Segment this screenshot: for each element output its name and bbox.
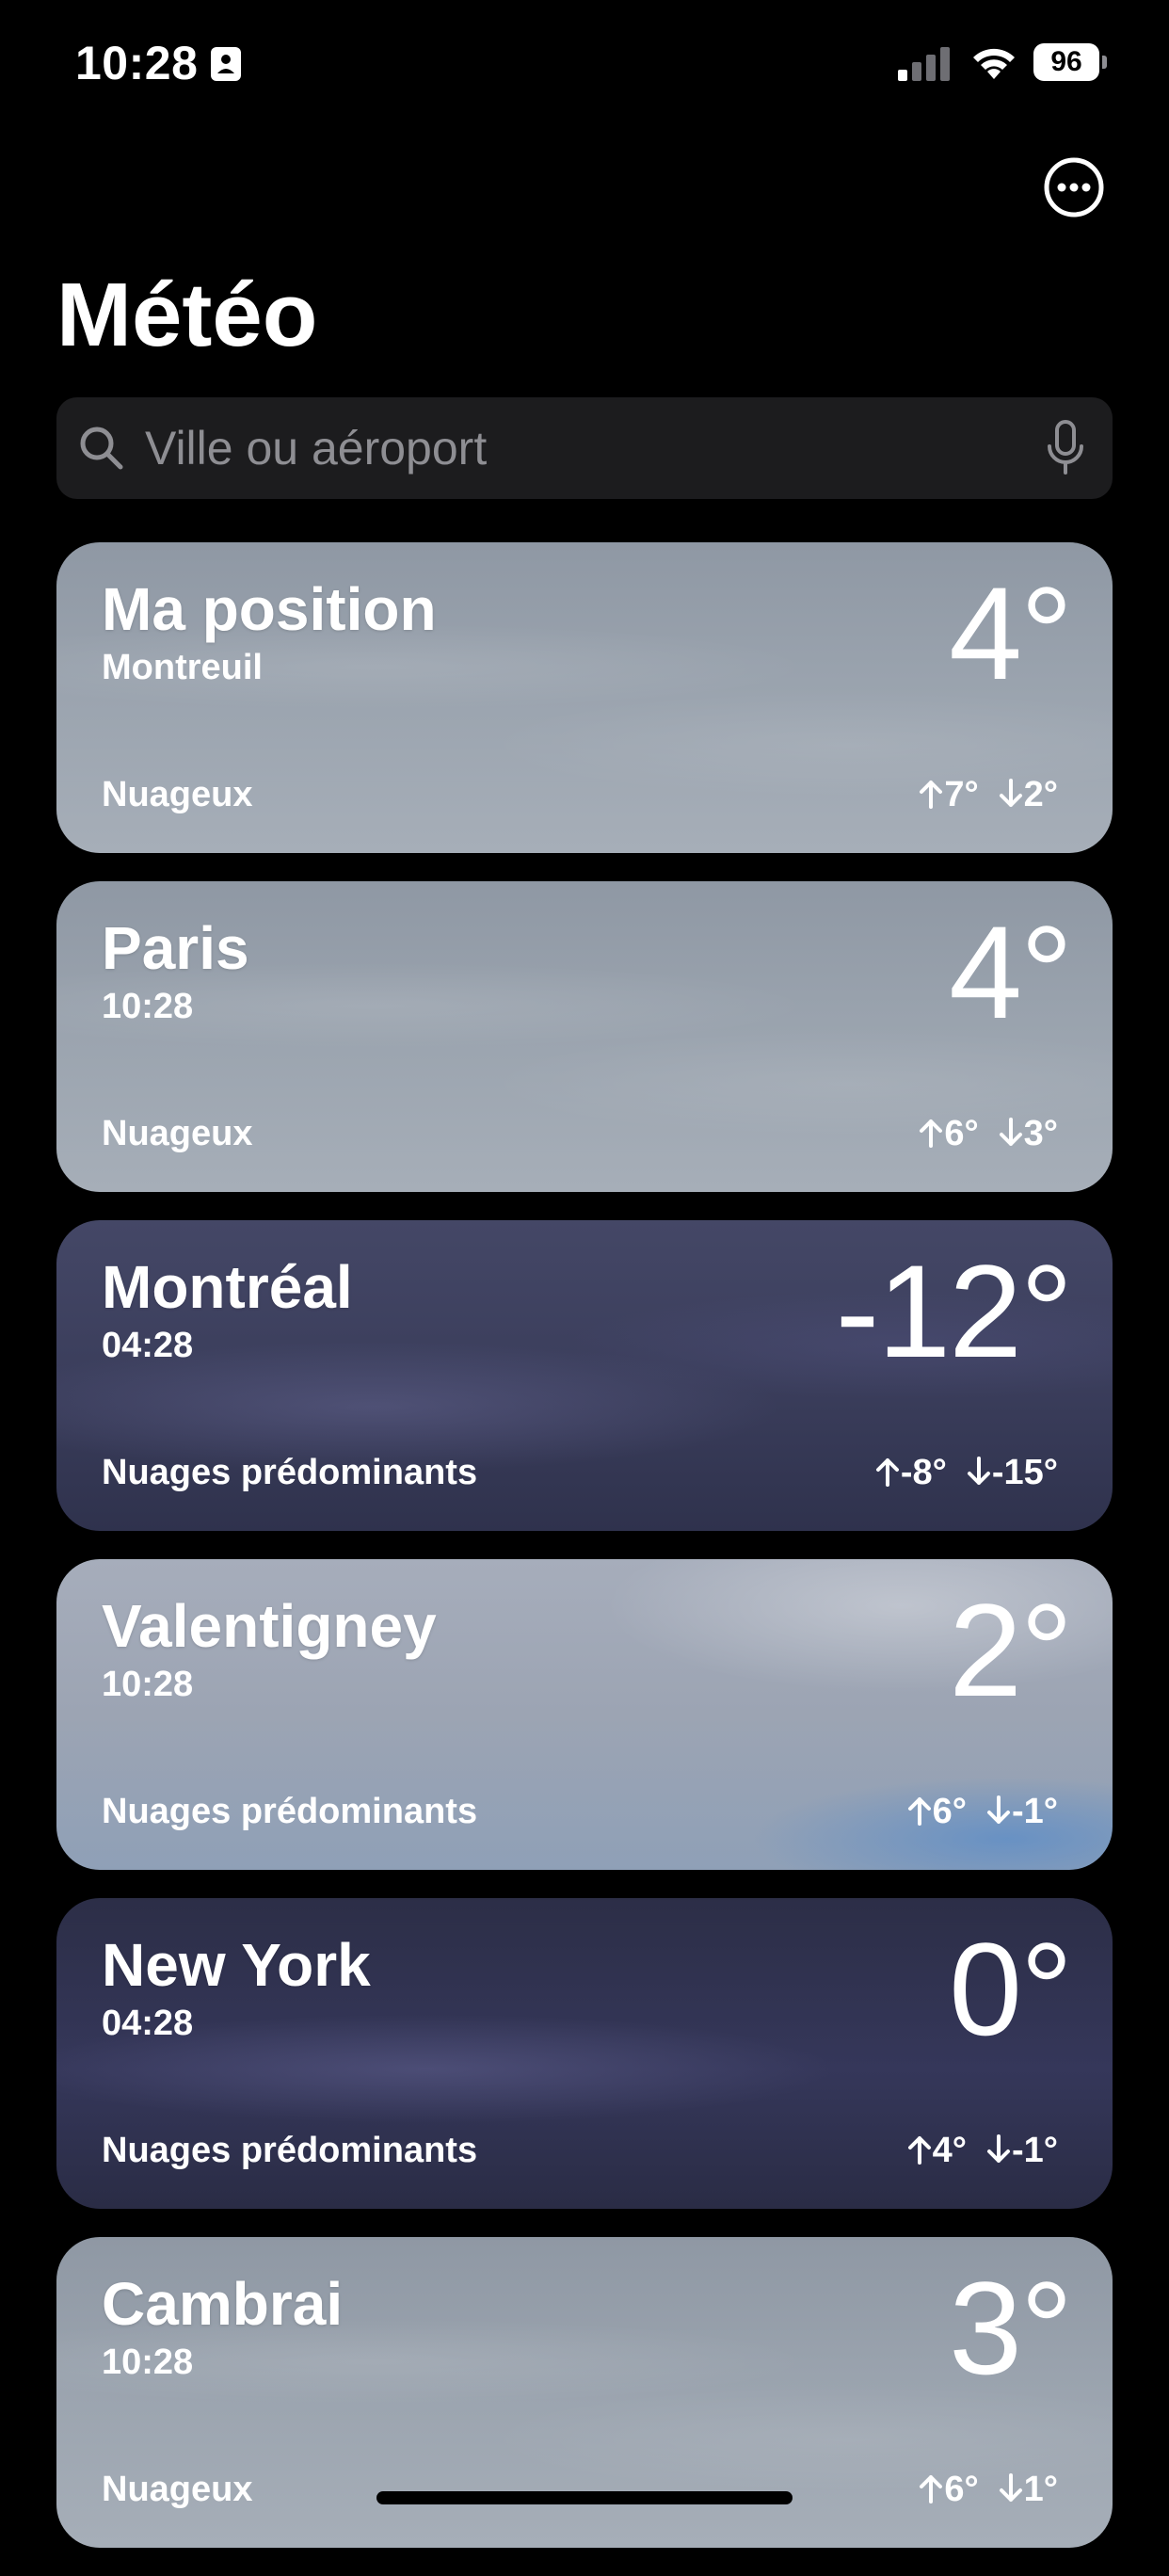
arrow-down-icon <box>987 1795 1011 1824</box>
contact-card-icon <box>211 47 241 81</box>
battery-cap <box>1102 56 1107 69</box>
arrow-up-icon <box>920 781 943 809</box>
high-temperature: 7° <box>944 775 979 814</box>
low-temperature: 2° <box>1023 775 1058 814</box>
status-time: 10:28 <box>75 37 199 89</box>
city-name: New York <box>102 1931 371 1999</box>
more-options-button[interactable] <box>1043 156 1105 218</box>
weather-condition: Nuages prédominants <box>102 1792 478 1831</box>
city-subtitle: 10:28 <box>102 1665 194 1704</box>
arrow-down-icon <box>987 2134 1011 2163</box>
current-temperature: 4° <box>949 559 1073 707</box>
weather-condition: Nuages prédominants <box>102 2131 478 2170</box>
current-temperature: 0° <box>949 1915 1073 2063</box>
city-subtitle: 04:28 <box>102 1326 194 1365</box>
city-name: Montréal <box>102 1253 353 1321</box>
arrow-up-icon <box>907 1797 931 1826</box>
city-name: Cambrai <box>102 2270 344 2338</box>
city-list: Ma position Montreuil 4° Nuageux 7° 2° Pa… <box>56 542 1113 2576</box>
city-name: Ma position <box>102 575 437 643</box>
search-icon <box>80 427 123 470</box>
high-temperature: 6° <box>944 1114 979 1153</box>
arrow-down-icon <box>999 2473 1022 2502</box>
city-card-montreal[interactable]: Montréal 04:28 -12° Nuages prédominants … <box>56 1220 1113 1531</box>
status-bar: 10:28 96 <box>0 0 1169 132</box>
cellular-signal-icon <box>898 47 950 81</box>
city-card-new-york[interactable]: New York 04:28 0° Nuages prédominants 4°… <box>56 1898 1113 2209</box>
battery-indicator: 96 <box>1033 43 1109 81</box>
weather-condition: Nuages prédominants <box>102 1453 478 1492</box>
city-name: Paris <box>102 914 249 982</box>
arrow-down-icon <box>999 1118 1022 1146</box>
temperature-range: 6° 1° <box>918 2470 1058 2510</box>
weather-condition: Nuageux <box>102 1114 253 1153</box>
home-indicator[interactable] <box>376 2491 793 2504</box>
wifi-icon <box>973 48 1015 79</box>
city-name: Valentigney <box>102 1592 437 1660</box>
city-card-paris[interactable]: Paris 10:28 4° Nuageux 6° 3° <box>56 881 1113 1192</box>
microphone-icon[interactable] <box>1045 420 1086 476</box>
arrow-up-icon <box>920 2475 943 2504</box>
page-title: Météo <box>56 265 318 365</box>
temperature-range: 4° -1° <box>906 2131 1058 2171</box>
low-temperature: -15° <box>991 1453 1058 1492</box>
battery-level: 96 <box>1033 43 1099 81</box>
arrow-down-icon <box>967 1457 990 1485</box>
low-temperature: -1° <box>1012 1792 1058 1831</box>
temperature-range: -8° -15° <box>874 1453 1058 1493</box>
current-temperature: -12° <box>835 1237 1073 1385</box>
weather-condition: Nuageux <box>102 775 253 814</box>
current-temperature: 2° <box>949 1576 1073 1724</box>
temperature-range: 7° 2° <box>918 775 1058 815</box>
search-input[interactable] <box>145 397 992 499</box>
high-temperature: 6° <box>932 1792 968 1831</box>
low-temperature: -1° <box>1012 2131 1058 2170</box>
temperature-range: 6° -1° <box>906 1792 1058 1832</box>
city-card-ma-position[interactable]: Ma position Montreuil 4° Nuageux 7° 2° <box>56 542 1113 853</box>
city-subtitle: Montreuil <box>102 648 263 687</box>
city-subtitle: 04:28 <box>102 2004 194 2043</box>
current-temperature: 3° <box>949 2254 1073 2402</box>
arrow-down-icon <box>999 779 1022 807</box>
city-subtitle: 10:28 <box>102 2343 194 2382</box>
low-temperature: 1° <box>1023 2470 1058 2509</box>
city-subtitle: 10:28 <box>102 987 194 1026</box>
search-bar[interactable] <box>56 397 1113 499</box>
temperature-range: 6° 3° <box>918 1114 1058 1154</box>
high-temperature: -8° <box>900 1453 947 1492</box>
weather-condition: Nuageux <box>102 2470 253 2509</box>
low-temperature: 3° <box>1023 1114 1058 1153</box>
high-temperature: 4° <box>932 2131 968 2170</box>
arrow-up-icon <box>875 1458 899 1487</box>
high-temperature: 6° <box>944 2470 979 2509</box>
city-card-valentigney[interactable]: Valentigney 10:28 2° Nuages prédominants… <box>56 1559 1113 1870</box>
current-temperature: 4° <box>949 898 1073 1046</box>
arrow-up-icon <box>920 1119 943 1148</box>
arrow-up-icon <box>907 2136 931 2165</box>
